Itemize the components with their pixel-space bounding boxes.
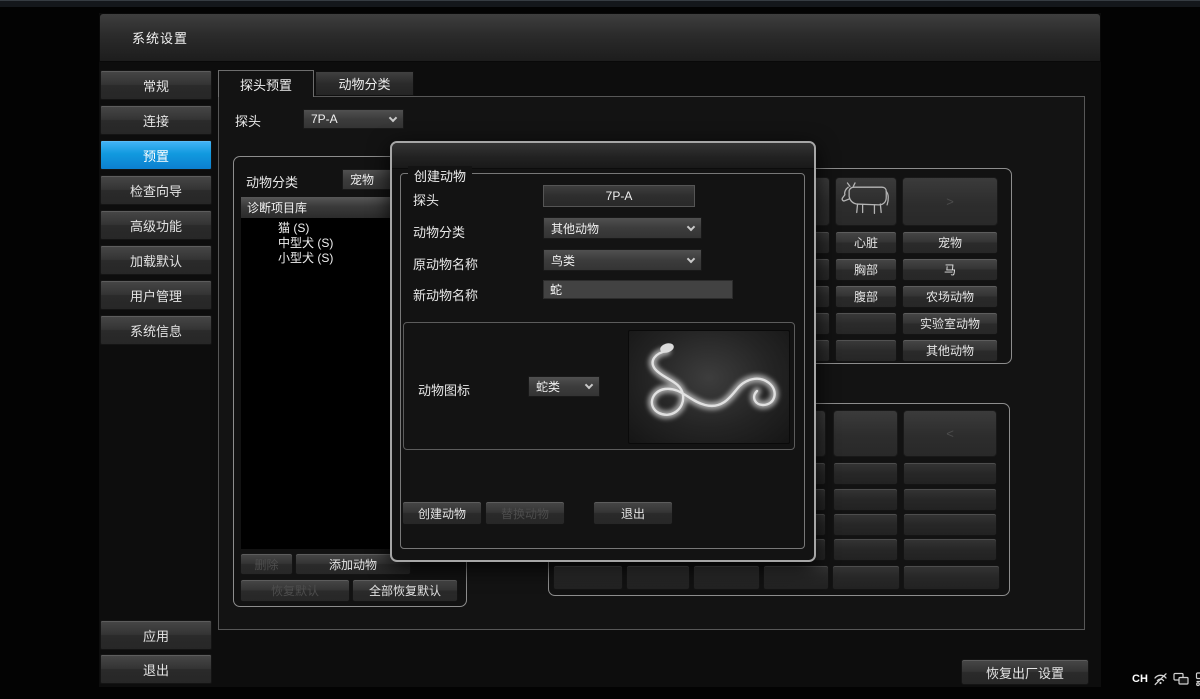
chevron-down-icon (687, 222, 695, 230)
back-page-tile[interactable]: < (903, 410, 997, 457)
animal-category-label: 动物分类 (246, 172, 298, 191)
restore-all-default-button[interactable]: 全部恢复默认 (352, 579, 458, 602)
empty-slot-button[interactable] (626, 565, 690, 590)
dialog-category-label: 动物分类 (413, 222, 465, 241)
factory-reset-button[interactable]: 恢复出厂设置 (961, 659, 1089, 685)
sidebar-item-exam-wizard[interactable]: 检查向导 (100, 175, 212, 205)
empty-slot-button[interactable] (903, 462, 997, 485)
probe-select[interactable]: 7P-A (303, 109, 404, 129)
ultrasound-cart-icon[interactable] (1194, 672, 1200, 687)
animal-icon-value: 蛇类 (536, 378, 560, 395)
empty-slot-button[interactable] (903, 513, 997, 536)
empty-tile[interactable] (833, 410, 898, 457)
empty-slot-button[interactable] (835, 312, 897, 335)
category-farm-animals-button[interactable]: 农场动物 (902, 285, 998, 308)
dialog-new-name-label: 新动物名称 (413, 285, 478, 304)
dialog-source-name-label: 原动物名称 (413, 254, 478, 273)
apply-button[interactable]: 应用 (100, 620, 212, 650)
body-part-abdomen-button[interactable]: 腹部 (835, 285, 897, 308)
empty-slot-button[interactable] (903, 488, 997, 511)
window-titlebar: 系统设置 (99, 13, 1101, 62)
animal-category-value: 宠物 (350, 171, 374, 188)
tab-probe-preset[interactable]: 探头预置 (218, 70, 314, 97)
chevron-down-icon (585, 381, 593, 389)
exit-button[interactable]: 退出 (100, 654, 212, 684)
sidebar-item-preset[interactable]: 预置 (100, 140, 212, 170)
empty-slot-button[interactable] (693, 565, 760, 590)
sidebar-item-user-mgmt[interactable]: 用户管理 (100, 280, 212, 310)
language-indicator: CH (1132, 673, 1148, 685)
empty-slot-button[interactable] (832, 565, 900, 590)
animal-icon-label: 动物图标 (418, 380, 470, 399)
category-lab-animals-button[interactable]: 实验室动物 (902, 312, 998, 335)
window-title: 系统设置 (132, 28, 188, 47)
tab-animal-category[interactable]: 动物分类 (315, 71, 414, 96)
cow-icon (839, 178, 893, 225)
sidebar-item-sys-info[interactable]: 系统信息 (100, 315, 212, 345)
body-part-chest-button[interactable]: 胸部 (835, 258, 897, 281)
empty-slot-button[interactable] (833, 513, 898, 536)
dialog-new-name-input[interactable] (543, 280, 733, 299)
dialog-replace-button[interactable]: 替换动物 (485, 501, 565, 525)
dialog-title: 创建动物 (408, 166, 472, 185)
dialog-create-button[interactable]: 创建动物 (402, 501, 482, 525)
back-arrow-icon: < (946, 426, 954, 441)
sidebar-item-general[interactable]: 常规 (100, 70, 212, 100)
delete-animal-button[interactable]: 删除 (240, 553, 293, 575)
empty-slot-button[interactable] (763, 565, 829, 590)
dialog-exit-button[interactable]: 退出 (593, 501, 673, 525)
dual-display-icon[interactable] (1173, 672, 1189, 686)
sidebar-item-advanced[interactable]: 高级功能 (100, 210, 212, 240)
snake-icon (629, 432, 791, 449)
category-pets-button[interactable]: 宠物 (902, 231, 998, 254)
dialog-probe-value: 7P-A (543, 185, 695, 207)
screen-bottom-strip (0, 0, 1200, 7)
empty-slot-button[interactable] (833, 538, 898, 561)
create-animal-dialog: 创建动物 探头 7P-A 动物分类 其他动物 原动物名称 鸟类 新动物名称 动物… (390, 141, 816, 562)
restore-default-button[interactable]: 恢复默认 (240, 579, 350, 602)
dialog-source-name-select[interactable]: 鸟类 (543, 249, 702, 271)
dialog-probe-label: 探头 (413, 190, 439, 209)
cow-icon-tile[interactable] (835, 177, 897, 226)
sidebar-item-connect[interactable]: 连接 (100, 105, 212, 135)
empty-slot-button[interactable] (833, 488, 898, 511)
empty-slot-button[interactable] (553, 565, 623, 590)
body-part-heart-button[interactable]: 心脏 (835, 231, 897, 254)
empty-slot-button[interactable] (833, 462, 898, 485)
next-arrow-icon: > (946, 194, 954, 209)
dialog-category-value: 其他动物 (551, 220, 599, 237)
probe-label: 探头 (235, 111, 261, 130)
network-status-icon[interactable] (1153, 672, 1168, 686)
category-other-animals-button[interactable]: 其他动物 (902, 339, 998, 362)
animal-icon-preview (628, 330, 790, 444)
system-tray: CH (1132, 670, 1200, 688)
empty-slot-button[interactable] (903, 538, 997, 561)
animal-icon-select[interactable]: 蛇类 (528, 376, 600, 397)
next-page-tile[interactable]: > (902, 177, 998, 226)
empty-slot-button[interactable] (835, 339, 897, 362)
chevron-down-icon (389, 113, 397, 121)
dialog-category-select[interactable]: 其他动物 (543, 217, 702, 239)
empty-slot-button[interactable] (903, 565, 1000, 590)
category-horse-button[interactable]: 马 (902, 258, 998, 281)
sidebar-item-load-default[interactable]: 加载默认 (100, 245, 212, 275)
chevron-down-icon (687, 254, 695, 262)
dialog-source-name-value: 鸟类 (551, 252, 575, 269)
probe-select-value: 7P-A (311, 112, 338, 126)
